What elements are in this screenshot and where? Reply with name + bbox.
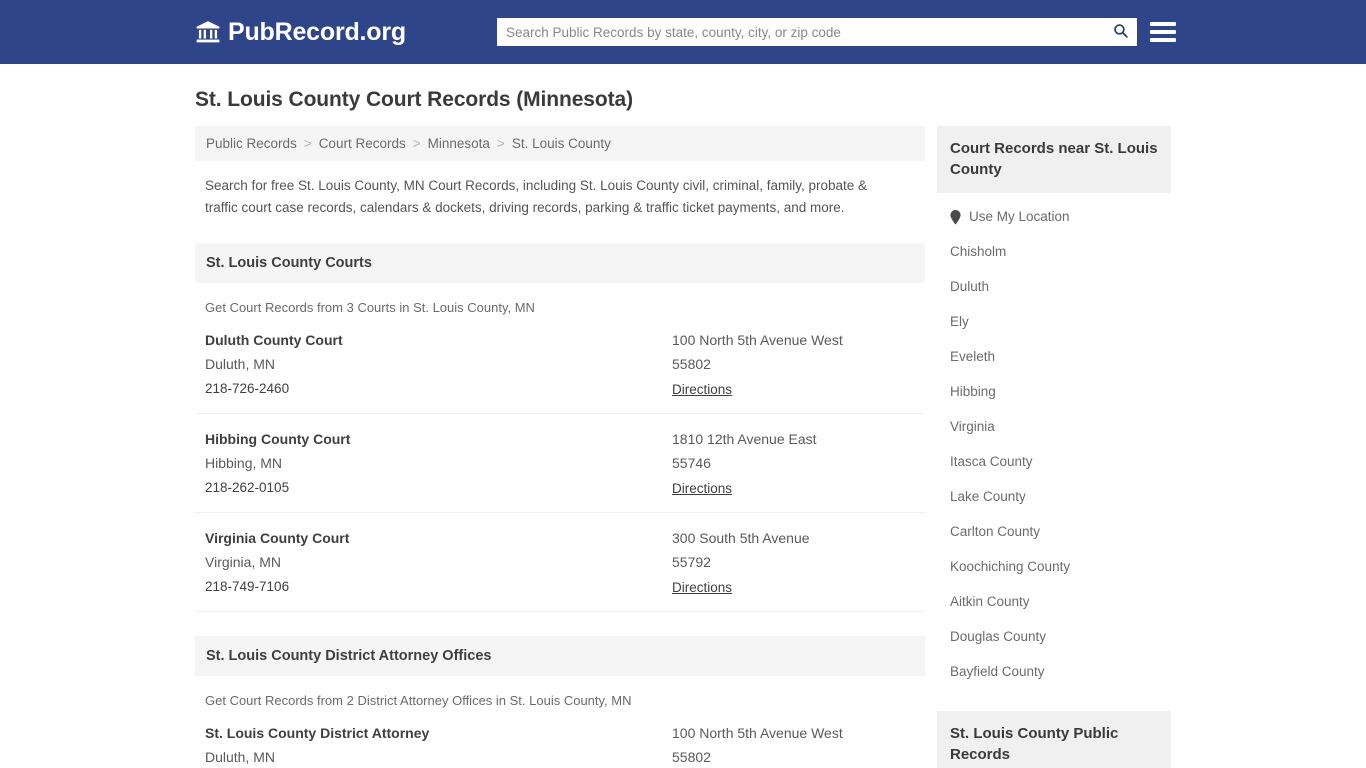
- sidebar-heading-public-records: St. Louis County Public Records: [937, 711, 1171, 768]
- listing-left-column: Duluth County Court Duluth, MN 218-726-2…: [205, 332, 672, 399]
- sidebar-item-label: Aitkin County: [950, 594, 1030, 610]
- hamburger-bar: [1150, 22, 1176, 26]
- listing-phone[interactable]: 218-726-2460: [205, 381, 672, 396]
- sidebar-item-chisholm[interactable]: Chisholm: [937, 234, 1171, 269]
- sidebar-item-carlton-county[interactable]: Carlton County: [937, 514, 1171, 549]
- map-pin-icon: [950, 209, 961, 225]
- sidebar-item-label: Virginia: [950, 419, 995, 435]
- listing-left-column: St. Louis County District Attorney Dulut…: [205, 725, 672, 768]
- listing-street: 1810 12th Avenue East: [672, 430, 817, 447]
- sidebar-item-label: Douglas County: [950, 629, 1047, 645]
- main-content: Public Records > Court Records > Minneso…: [195, 126, 925, 768]
- brand-name: PubRecord.org: [228, 17, 406, 46]
- listing-row: Hibbing County Court Hibbing, MN 218-262…: [195, 414, 925, 513]
- listing-zip: 55746: [672, 454, 711, 471]
- section-heading-district-attorney: St. Louis County District Attorney Offic…: [195, 635, 925, 676]
- directions-link[interactable]: Directions: [672, 481, 732, 496]
- section-subtext-district-attorney: Get Court Records from 2 District Attorn…: [205, 692, 632, 708]
- listing-name: Duluth County Court: [205, 331, 343, 348]
- page-title: St. Louis County Court Records (Minnesot…: [195, 88, 633, 111]
- sidebar-item-use-my-location[interactable]: Use My Location: [937, 199, 1171, 234]
- hamburger-bar: [1150, 30, 1176, 34]
- sidebar: Court Records near St. Louis County Use …: [937, 126, 1171, 768]
- listing-name: St. Louis County District Attorney: [205, 724, 430, 741]
- breadcrumb-item-st-louis-county[interactable]: St. Louis County: [512, 136, 611, 151]
- listing-name: Hibbing County Court: [205, 430, 351, 447]
- sidebar-item-label: Itasca County: [950, 454, 1033, 470]
- sidebar-item-virginia[interactable]: Virginia: [937, 409, 1171, 444]
- sidebar-item-aitkin-county[interactable]: Aitkin County: [937, 584, 1171, 619]
- sidebar-item-label: Bayfield County: [950, 664, 1045, 680]
- content-layout: Public Records > Court Records > Minneso…: [195, 126, 1171, 768]
- breadcrumb-separator: >: [412, 136, 421, 151]
- breadcrumb-item-minnesota[interactable]: Minnesota: [428, 136, 490, 151]
- sidebar-item-label: Use My Location: [969, 209, 1070, 225]
- sidebar-item-hibbing[interactable]: Hibbing: [937, 374, 1171, 409]
- sidebar-item-eveleth[interactable]: Eveleth: [937, 339, 1171, 374]
- hamburger-menu-icon[interactable]: [1150, 19, 1176, 45]
- sidebar-item-douglas-county[interactable]: Douglas County: [937, 619, 1171, 654]
- listing-name: Virginia County Court: [205, 529, 350, 546]
- listing-zip: 55802: [672, 355, 711, 372]
- listing-right-column: 100 North 5th Avenue West 55802 Directio…: [672, 725, 915, 768]
- listing-left-column: Hibbing County Court Hibbing, MN 218-262…: [205, 431, 672, 498]
- directions-link[interactable]: Directions: [672, 580, 732, 595]
- listing-street: 100 North 5th Avenue West: [672, 724, 843, 741]
- sidebar-nearby-list: Use My Location Chisholm Duluth Ely Evel…: [937, 193, 1171, 689]
- site-logo-link[interactable]: PubRecord.org: [195, 18, 406, 47]
- listing-row: Virginia County Court Virginia, MN 218-7…: [195, 513, 925, 612]
- page-container: St. Louis County Court Records (Minnesot…: [0, 88, 1366, 768]
- hamburger-bar: [1150, 38, 1176, 42]
- sidebar-item-lake-county[interactable]: Lake County: [937, 479, 1171, 514]
- search-bar: [497, 18, 1137, 46]
- sidebar-item-label: Duluth: [950, 279, 990, 295]
- listing-phone[interactable]: 218-749-7106: [205, 579, 672, 594]
- listing-city: Duluth, MN: [205, 748, 276, 765]
- sidebar-item-label: Hibbing: [950, 384, 996, 400]
- sidebar-item-koochiching-county[interactable]: Koochiching County: [937, 549, 1171, 584]
- listing-row: St. Louis County District Attorney Dulut…: [195, 708, 925, 768]
- listing-city: Hibbing, MN: [205, 454, 283, 471]
- sidebar-item-bayfield-county[interactable]: Bayfield County: [937, 654, 1171, 689]
- bank-building-icon: [195, 19, 221, 45]
- section-subtext-courts: Get Court Records from 3 Courts in St. L…: [205, 299, 535, 315]
- sidebar-item-label: Carlton County: [950, 524, 1041, 540]
- search-input[interactable]: [497, 18, 1103, 46]
- listing-right-column: 300 South 5th Avenue 55792 Directions: [672, 530, 915, 597]
- sidebar-heading-nearby: Court Records near St. Louis County: [937, 126, 1171, 194]
- listing-phone[interactable]: 218-262-0105: [205, 480, 672, 495]
- listing-zip: 55792: [672, 553, 711, 570]
- listing-street: 100 North 5th Avenue West: [672, 331, 843, 348]
- search-button[interactable]: [1103, 18, 1137, 46]
- breadcrumb-separator: >: [496, 136, 505, 151]
- page-intro-text: Search for free St. Louis County, MN Cou…: [205, 178, 868, 215]
- breadcrumb-separator: >: [303, 136, 312, 151]
- listing-zip: 55802: [672, 748, 711, 765]
- sidebar-item-duluth[interactable]: Duluth: [937, 269, 1171, 304]
- breadcrumb: Public Records > Court Records > Minneso…: [195, 126, 925, 161]
- sidebar-item-label: Eveleth: [950, 349, 996, 365]
- breadcrumb-item-court-records[interactable]: Court Records: [319, 136, 406, 151]
- listing-right-column: 1810 12th Avenue East 55746 Directions: [672, 431, 915, 498]
- section-heading-courts: St. Louis County Courts: [195, 242, 925, 283]
- directions-link[interactable]: Directions: [672, 382, 732, 397]
- sidebar-item-label: Lake County: [950, 489, 1026, 505]
- listing-right-column: 100 North 5th Avenue West 55802 Directio…: [672, 332, 915, 399]
- sidebar-item-ely[interactable]: Ely: [937, 304, 1171, 339]
- listing-row: Duluth County Court Duluth, MN 218-726-2…: [195, 315, 925, 414]
- sidebar-item-label: Ely: [950, 314, 969, 330]
- listing-left-column: Virginia County Court Virginia, MN 218-7…: [205, 530, 672, 597]
- sidebar-item-label: Chisholm: [950, 244, 1007, 260]
- sidebar-item-itasca-county[interactable]: Itasca County: [937, 444, 1171, 479]
- listing-city: Virginia, MN: [205, 553, 281, 570]
- search-icon: [1112, 22, 1129, 42]
- listing-street: 300 South 5th Avenue: [672, 529, 810, 546]
- breadcrumb-item-public-records[interactable]: Public Records: [206, 136, 297, 151]
- sidebar-item-label: Koochiching County: [950, 559, 1071, 575]
- site-header: PubRecord.org: [0, 0, 1366, 64]
- listing-city: Duluth, MN: [205, 355, 276, 372]
